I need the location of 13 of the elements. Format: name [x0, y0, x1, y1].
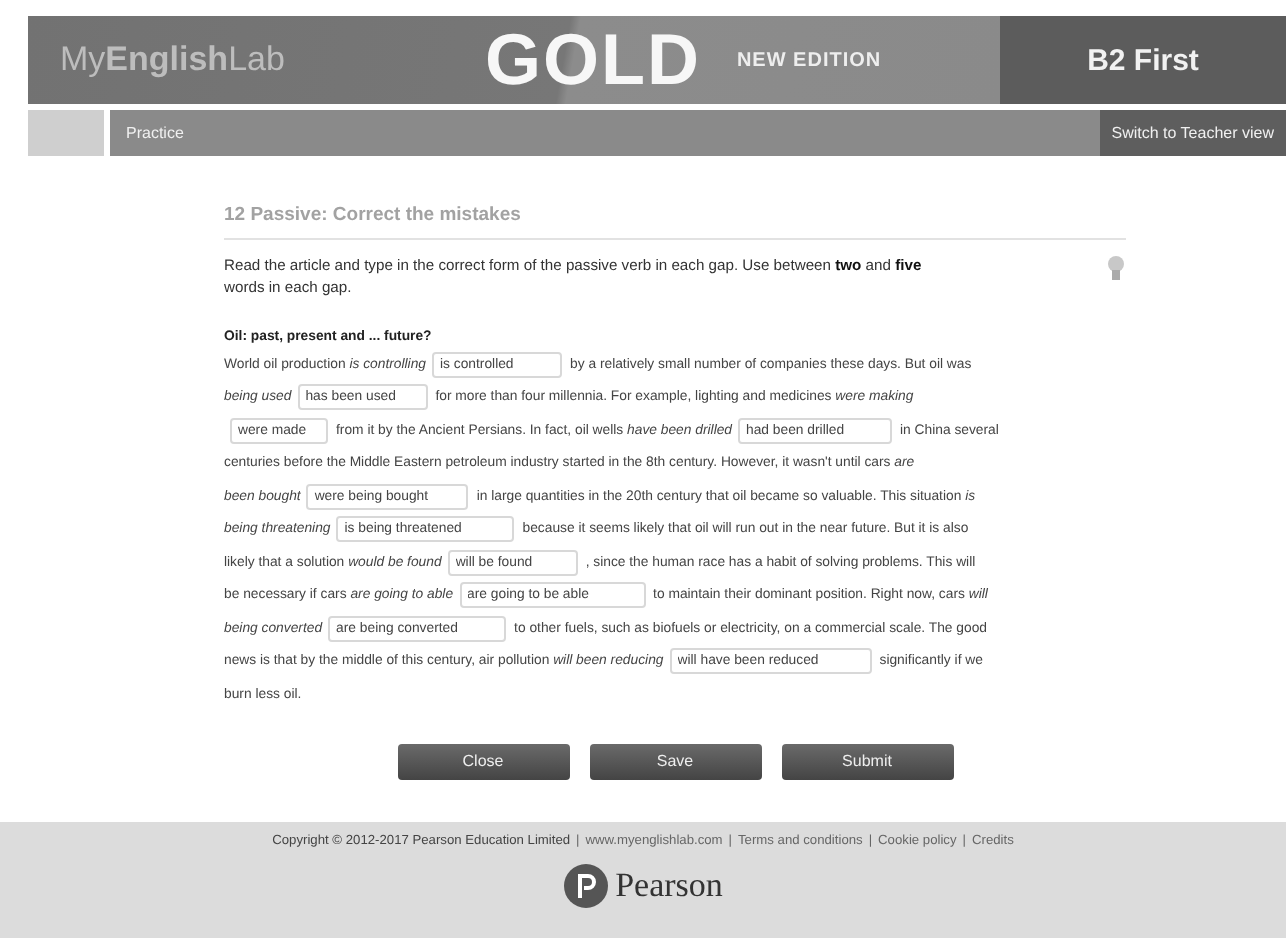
- action-button[interactable]: Submit: [781, 743, 953, 779]
- pearson-logo-text: Pearson: [615, 866, 723, 906]
- section-label: Practice: [126, 124, 184, 142]
- switch-view-button[interactable]: Switch to Teacher view: [1099, 110, 1286, 156]
- edition-label: NEW EDITION: [736, 49, 882, 71]
- lightbulb-icon[interactable]: [1106, 254, 1126, 282]
- action-button[interactable]: Close: [397, 743, 569, 779]
- level-label: B2 First: [1000, 16, 1286, 104]
- exercise-title: 12 Passive: Correct the mistakes: [224, 204, 1126, 240]
- product-title: GOLD: [484, 18, 701, 102]
- brand-logo: MyEnglishLab: [60, 40, 285, 80]
- action-button[interactable]: Save: [589, 743, 761, 779]
- pearson-logo-icon: [563, 864, 608, 908]
